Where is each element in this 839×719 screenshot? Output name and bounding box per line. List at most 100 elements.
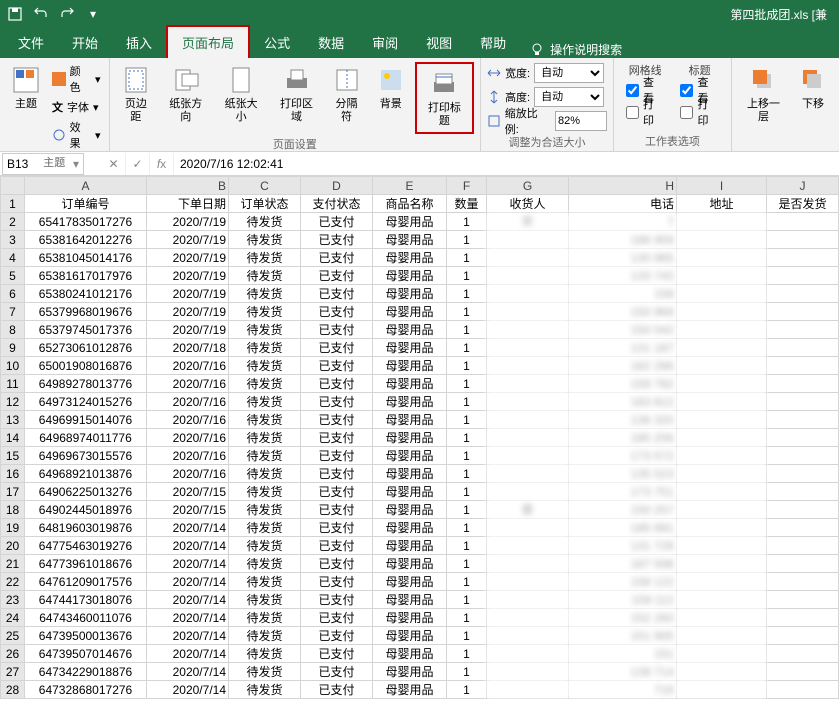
- spreadsheet-grid[interactable]: ABCDEFGHIJ 1订单编号下单日期订单状态支付状态商品名称数量收货人电话地…: [0, 176, 839, 719]
- cell[interactable]: [767, 663, 839, 681]
- cell[interactable]: 已支付: [301, 411, 373, 429]
- cell[interactable]: 1: [447, 249, 487, 267]
- cell[interactable]: 64968974011776: [25, 429, 147, 447]
- cell[interactable]: 2020/7/19: [147, 303, 229, 321]
- cell[interactable]: 131 187: [569, 339, 677, 357]
- cell[interactable]: [767, 285, 839, 303]
- cell[interactable]: 182 286: [569, 357, 677, 375]
- cell[interactable]: 64744173018076: [25, 591, 147, 609]
- orientation-button[interactable]: 纸张方向: [160, 62, 211, 134]
- cell[interactable]: 2020/7/14: [147, 537, 229, 555]
- cell[interactable]: 待发货: [229, 249, 301, 267]
- tab-insert[interactable]: 插入: [112, 27, 166, 58]
- cell[interactable]: 1: [447, 321, 487, 339]
- cell[interactable]: 65381642012276: [25, 231, 147, 249]
- cell[interactable]: 待发货: [229, 285, 301, 303]
- cell[interactable]: 母婴用品: [373, 357, 447, 375]
- cell[interactable]: 已支付: [301, 555, 373, 573]
- cell[interactable]: 2020/7/16: [147, 411, 229, 429]
- cell[interactable]: 已支付: [301, 249, 373, 267]
- cell[interactable]: 收货人: [487, 195, 569, 213]
- cell[interactable]: 已支付: [301, 609, 373, 627]
- cell[interactable]: 2020/7/16: [147, 393, 229, 411]
- colors-button[interactable]: 颜色 ▾: [50, 62, 103, 96]
- cell[interactable]: 待发货: [229, 303, 301, 321]
- cell[interactable]: [487, 591, 569, 609]
- cell[interactable]: 母婴用品: [373, 303, 447, 321]
- cell[interactable]: 150 042: [569, 321, 677, 339]
- cell[interactable]: [487, 285, 569, 303]
- cell[interactable]: 1: [447, 285, 487, 303]
- tab-home[interactable]: 开始: [58, 27, 112, 58]
- cell[interactable]: 待发货: [229, 213, 301, 231]
- cell[interactable]: 母婴用品: [373, 609, 447, 627]
- cell[interactable]: 待发货: [229, 267, 301, 285]
- cell[interactable]: 2020/7/19: [147, 213, 229, 231]
- cell[interactable]: 133 743: [569, 267, 677, 285]
- row-header[interactable]: 11: [1, 375, 25, 393]
- cell[interactable]: 139 714: [569, 663, 677, 681]
- cell[interactable]: 1: [447, 375, 487, 393]
- cell[interactable]: [677, 681, 767, 699]
- cell[interactable]: [767, 267, 839, 285]
- cell[interactable]: 1: [447, 627, 487, 645]
- row-header[interactable]: 23: [1, 591, 25, 609]
- col-header-J[interactable]: J: [767, 177, 839, 195]
- cell[interactable]: [487, 321, 569, 339]
- cell[interactable]: 电话: [569, 195, 677, 213]
- cell[interactable]: [677, 519, 767, 537]
- send-backward-button[interactable]: 下移: [793, 62, 833, 135]
- cell[interactable]: [677, 483, 767, 501]
- name-box[interactable]: B13▾: [2, 153, 84, 175]
- row-header[interactable]: 27: [1, 663, 25, 681]
- cell[interactable]: 185 206: [569, 429, 677, 447]
- cell[interactable]: 待发货: [229, 591, 301, 609]
- cell[interactable]: 已支付: [301, 429, 373, 447]
- cell[interactable]: 母婴用品: [373, 591, 447, 609]
- row-header[interactable]: 28: [1, 681, 25, 699]
- row-header[interactable]: 6: [1, 285, 25, 303]
- save-button[interactable]: [4, 3, 26, 25]
- cell[interactable]: 150 969: [569, 303, 677, 321]
- cell[interactable]: [677, 339, 767, 357]
- qat-dropdown[interactable]: ▾: [82, 3, 104, 25]
- col-header-C[interactable]: C: [229, 177, 301, 195]
- cell[interactable]: 151 905: [569, 627, 677, 645]
- print-area-button[interactable]: 打印区域: [271, 62, 322, 134]
- cell[interactable]: 芳: [487, 213, 569, 231]
- cell[interactable]: 已支付: [301, 573, 373, 591]
- cell[interactable]: 64968921013876: [25, 465, 147, 483]
- cell[interactable]: [487, 663, 569, 681]
- cell[interactable]: 64761209017576: [25, 573, 147, 591]
- cell[interactable]: 2020/7/16: [147, 357, 229, 375]
- cell[interactable]: 母婴用品: [373, 285, 447, 303]
- cell[interactable]: 65381045014176: [25, 249, 147, 267]
- height-select[interactable]: 自动: [534, 87, 604, 107]
- cell[interactable]: 2020/7/15: [147, 483, 229, 501]
- col-header-D[interactable]: D: [301, 177, 373, 195]
- cell[interactable]: [767, 231, 839, 249]
- cell[interactable]: 母婴用品: [373, 339, 447, 357]
- insert-function-button[interactable]: fx: [150, 153, 174, 175]
- cell[interactable]: 已支付: [301, 393, 373, 411]
- cell[interactable]: 64969915014076: [25, 411, 147, 429]
- cell[interactable]: 已支付: [301, 501, 373, 519]
- cell[interactable]: 1: [447, 555, 487, 573]
- cell[interactable]: 待发货: [229, 573, 301, 591]
- row-header[interactable]: 5: [1, 267, 25, 285]
- row-header[interactable]: 12: [1, 393, 25, 411]
- cell[interactable]: [677, 573, 767, 591]
- cell[interactable]: 1: [447, 537, 487, 555]
- cell[interactable]: 2020/7/19: [147, 285, 229, 303]
- cell[interactable]: 1: [447, 447, 487, 465]
- cell[interactable]: 已支付: [301, 357, 373, 375]
- cell[interactable]: 1: [447, 339, 487, 357]
- row-header[interactable]: 26: [1, 645, 25, 663]
- cell[interactable]: 已支付: [301, 519, 373, 537]
- row-header[interactable]: 19: [1, 519, 25, 537]
- cell[interactable]: [677, 285, 767, 303]
- background-button[interactable]: 背景: [371, 62, 411, 134]
- cell[interactable]: 136 320: [569, 411, 677, 429]
- cell[interactable]: 1: [447, 231, 487, 249]
- cell[interactable]: 母婴用品: [373, 573, 447, 591]
